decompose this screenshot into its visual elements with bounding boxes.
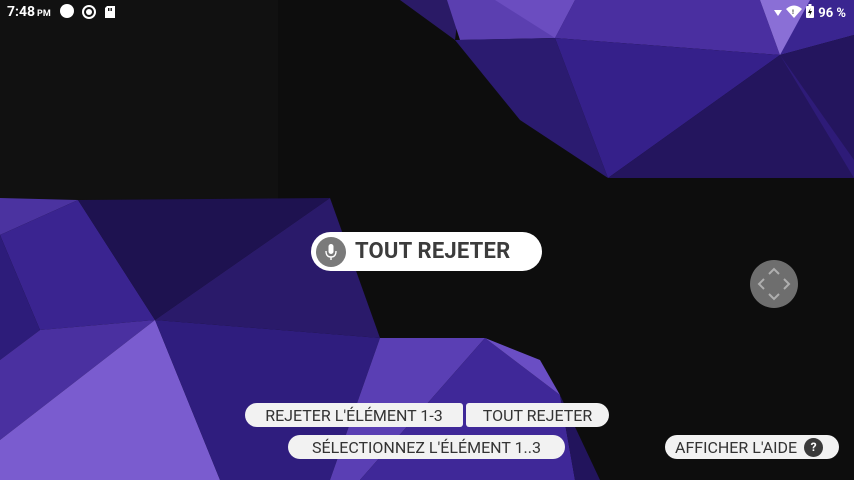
clock-ampm: PM [37,9,51,19]
screen-record-icon [82,4,96,19]
navigation-joystick[interactable] [750,260,798,308]
chevron-down-icon [768,293,780,301]
dismiss-all-label: TOUT REJETER [482,405,593,425]
wifi-icon: ! [786,5,803,22]
notification-icons [60,4,116,19]
help-icon: ? [804,437,824,457]
show-help-label: AFFICHER L'AIDE [675,437,798,457]
sd-card-icon [104,4,116,18]
notification-dot-icon [60,4,74,18]
battery-icon [806,4,815,22]
clock-time: 7:48 [7,4,36,20]
recognized-command-text: TOUT REJETER [355,239,511,264]
chevron-left-icon [757,278,765,290]
dismiss-all-command[interactable]: TOUT REJETER [466,403,609,427]
status-bar: 7:48 PM ! 96 % [0,0,854,24]
select-item-label: SÉLECTIONNEZ L'ÉLÉMENT 1..3 [312,437,541,457]
chevron-right-icon [783,278,791,290]
clock: 7:48 PM [7,4,51,20]
signal-icon [774,6,783,21]
select-item-command[interactable]: SÉLECTIONNEZ L'ÉLÉMENT 1..3 [288,435,565,459]
show-help-command[interactable]: AFFICHER L'AIDE ? [665,435,839,459]
dismiss-item-command[interactable]: REJETER L'ÉLÉMENT 1-3 [245,403,463,427]
chevron-up-icon [768,267,780,275]
dismiss-item-label: REJETER L'ÉLÉMENT 1-3 [265,405,443,425]
svg-text:!: ! [792,10,794,16]
microphone-icon [316,236,346,267]
battery-percent: 96 % [818,5,846,21]
voice-command-pill: TOUT REJETER [311,232,542,271]
system-indicators: ! 96 % [774,4,846,22]
